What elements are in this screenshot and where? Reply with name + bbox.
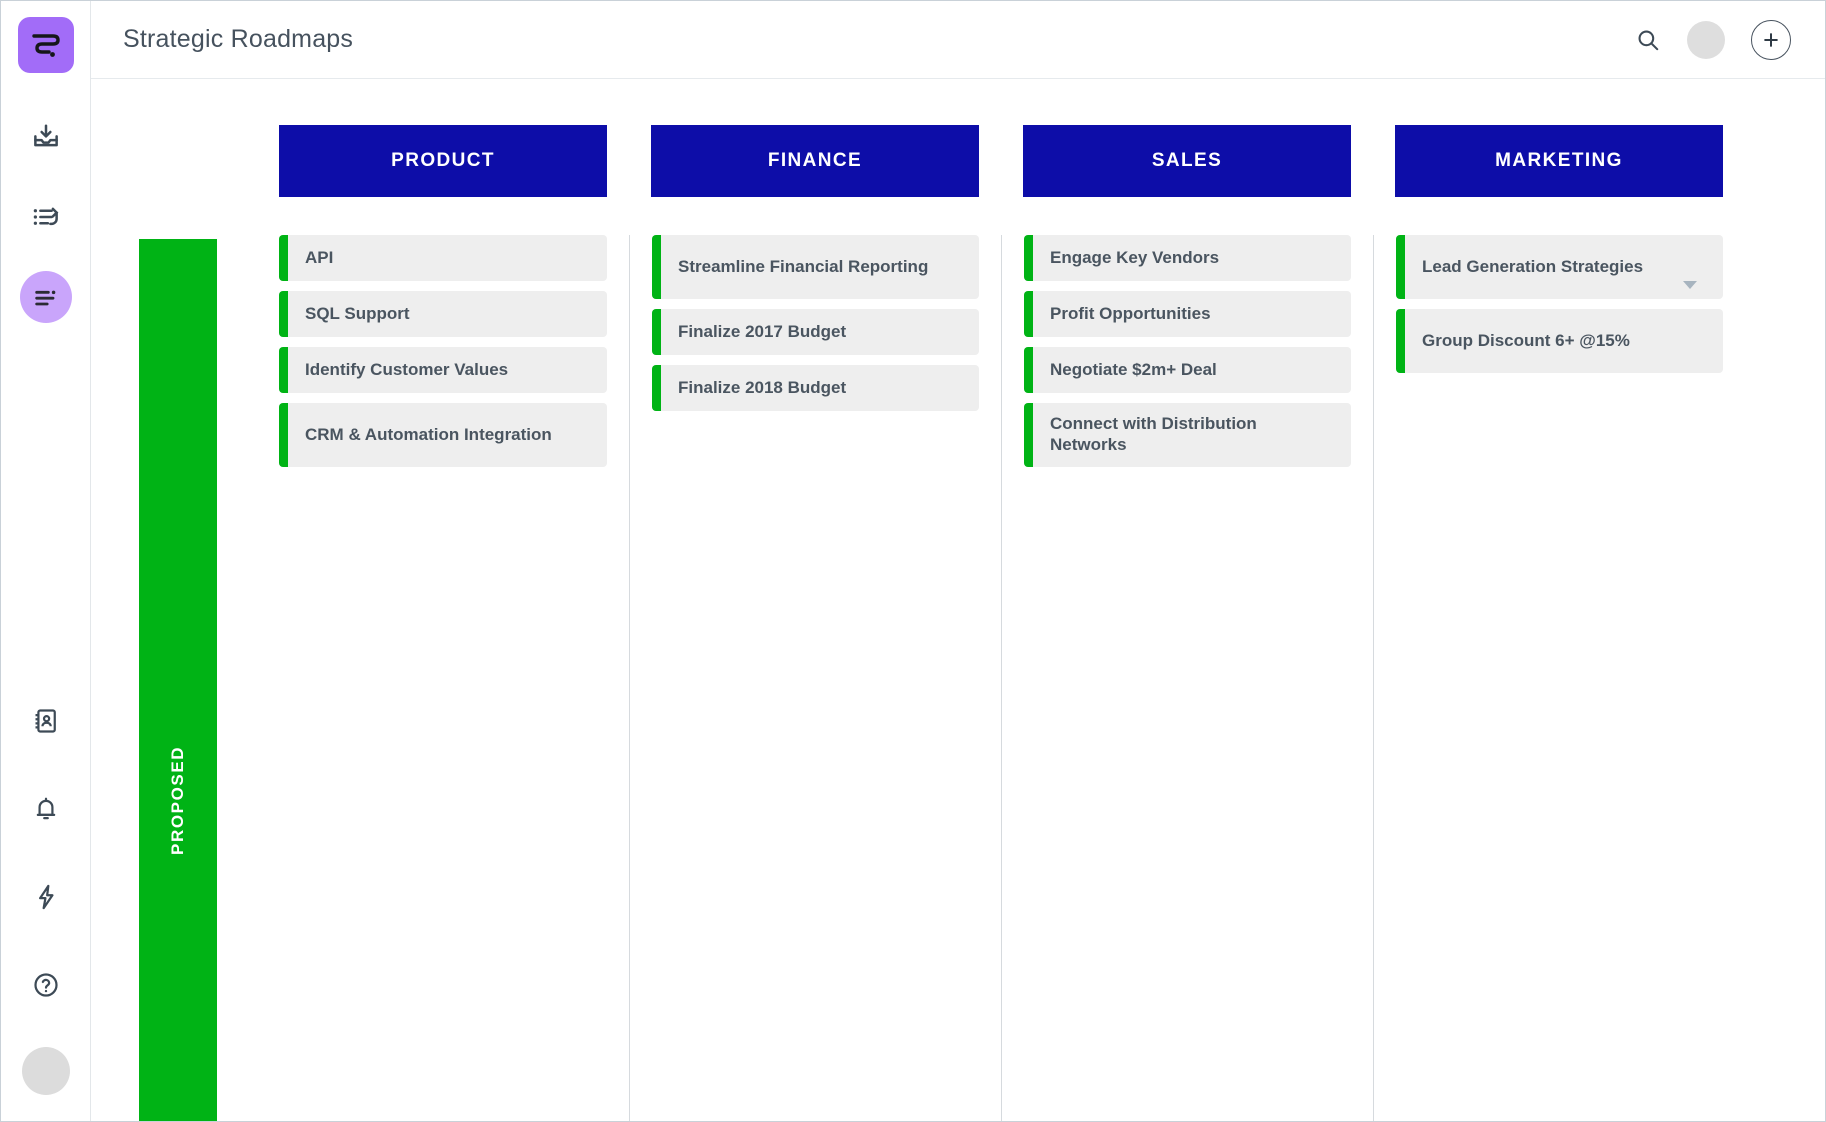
app-window: Strategic Roadmaps PRODUCT FINANCE SALES…: [0, 0, 1826, 1122]
swimlane: PROPOSED API SQL Support Identify Customer …: [91, 235, 1745, 1121]
roadmap-board: PRODUCT FINANCE SALES MARKETING PROPOSED…: [91, 79, 1825, 1121]
card-title: Connect with Distribution Networks: [1050, 414, 1257, 454]
card-title: SQL Support: [305, 303, 410, 323]
plus-icon: [1764, 32, 1778, 47]
card-title: Profit Opportunities: [1050, 303, 1211, 323]
card-accent-bar: [652, 365, 661, 411]
search-button[interactable]: [1635, 27, 1661, 53]
lightning-bolt-icon: [38, 884, 54, 910]
address-book-icon: [35, 709, 56, 733]
topbar: Strategic Roadmaps: [91, 1, 1825, 79]
swimlane-cell: Streamline Financial Reporting Finalize 2…: [629, 235, 1001, 1121]
roadmap-icon: [34, 290, 55, 306]
card-accent-bar: [279, 235, 288, 281]
roadmap-card[interactable]: Engage Key Vendors: [1024, 235, 1351, 281]
sidebar-item-inbox[interactable]: [20, 111, 72, 163]
board-column-headers: PRODUCT FINANCE SALES MARKETING: [91, 125, 1785, 197]
sidebar-item-lists[interactable]: [20, 191, 72, 243]
swimlane-cell: Engage Key Vendors Profit Opportunities Ne…: [1001, 235, 1373, 1121]
roadmap-card[interactable]: Connect with Distribution Networks: [1024, 403, 1351, 467]
roadmap-card[interactable]: Streamline Financial Reporting: [652, 235, 979, 299]
main-area: Strategic Roadmaps PRODUCT FINANCE SALES…: [91, 1, 1825, 1121]
sidebar-bottom-group: [20, 695, 72, 1121]
add-button[interactable]: [1751, 19, 1791, 60]
card-accent-bar: [1396, 235, 1405, 299]
topbar-actions: [1635, 19, 1791, 60]
card-accent-bar: [1024, 403, 1033, 467]
card-title: Group Discount 6+ @15%: [1422, 330, 1630, 350]
search-icon: [1638, 30, 1659, 50]
roadmap-card[interactable]: Lead Generation Strategies: [1396, 235, 1723, 299]
sidebar-item-contacts[interactable]: [20, 695, 72, 747]
topbar-avatar[interactable]: [1687, 20, 1725, 59]
roadmap-card[interactable]: Finalize 2018 Budget: [652, 365, 979, 411]
roadmap-card[interactable]: Finalize 2017 Budget: [652, 309, 979, 355]
card-accent-bar: [1024, 235, 1033, 281]
swimlane-cell: API SQL Support Identify Customer Values CR…: [257, 235, 629, 1121]
column-header-finance[interactable]: FINANCE: [651, 125, 979, 197]
card-title: Streamline Financial Reporting: [678, 256, 929, 276]
card-title: Lead Generation Strategies: [1422, 256, 1644, 276]
roadmunk-logo-icon: [31, 34, 60, 57]
card-accent-bar: [279, 291, 288, 337]
board-lanes: PROPOSED API SQL Support Identify Customer …: [91, 235, 1785, 1121]
card-accent-bar: [1396, 309, 1405, 373]
sidebar-item-roadmaps[interactable]: [19, 271, 72, 323]
chevron-down-icon[interactable]: [1683, 281, 1697, 289]
inbox-download-icon: [33, 124, 58, 147]
card-title: API: [305, 247, 334, 267]
swimlane-label[interactable]: PROPOSED: [139, 239, 217, 1121]
column-header-marketing[interactable]: MARKETING: [1395, 125, 1723, 197]
help-circle-icon: [33, 973, 58, 997]
card-accent-bar: [652, 235, 661, 299]
sidebar: [1, 1, 91, 1121]
card-title: Engage Key Vendors: [1050, 247, 1220, 267]
card-accent-bar: [1024, 291, 1033, 337]
swimlane-cell: Lead Generation Strategies Group Discount…: [1373, 235, 1745, 1121]
bell-icon: [36, 797, 55, 820]
sidebar-avatar[interactable]: [21, 1047, 70, 1095]
card-accent-bar: [279, 347, 288, 393]
header-spacer-gap: [201, 125, 257, 197]
roadmap-card[interactable]: Negotiate $2m+ Deal: [1024, 347, 1351, 393]
list-reorder-icon: [33, 207, 58, 226]
card-accent-bar: [1024, 347, 1033, 393]
card-accent-bar: [652, 309, 661, 355]
roadmap-card[interactable]: Group Discount 6+ @15%: [1396, 309, 1723, 373]
card-title: Negotiate $2m+ Deal: [1050, 359, 1217, 379]
roadmap-card[interactable]: SQL Support: [279, 291, 607, 337]
header-spacer-label: [91, 125, 201, 197]
card-title: Finalize 2018 Budget: [678, 377, 847, 397]
roadmap-card[interactable]: Profit Opportunities: [1024, 291, 1351, 337]
roadmap-card[interactable]: CRM & Automation Integration: [279, 403, 607, 467]
page-title: Strategic Roadmaps: [123, 25, 354, 53]
roadmap-card[interactable]: Identify Customer Values: [279, 347, 607, 393]
card-title: Identify Customer Values: [305, 359, 509, 379]
app-logo[interactable]: [17, 17, 74, 73]
sidebar-item-notifications[interactable]: [20, 783, 72, 835]
card-accent-bar: [279, 403, 288, 467]
sidebar-item-help[interactable]: [20, 959, 72, 1011]
swimlane-label-cell: PROPOSED: [91, 235, 217, 1121]
sidebar-item-integrations[interactable]: [20, 871, 72, 923]
column-header-product[interactable]: PRODUCT: [279, 125, 607, 197]
roadmap-card[interactable]: API: [279, 235, 607, 281]
card-title: Finalize 2017 Budget: [678, 321, 847, 341]
card-title: CRM & Automation Integration: [305, 424, 552, 444]
column-header-sales[interactable]: SALES: [1023, 125, 1351, 197]
